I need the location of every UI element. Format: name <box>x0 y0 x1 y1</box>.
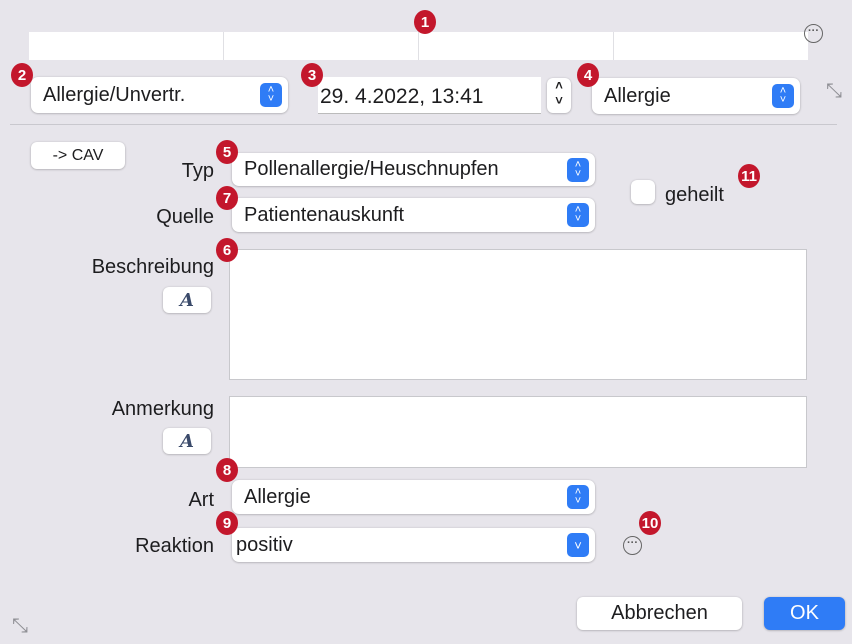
typ-label: Typ <box>181 160 214 182</box>
typ-value: Pollenallergie/Heuschnupfen <box>244 158 499 180</box>
kind-value: Allergie <box>604 84 671 107</box>
reaktion-more-icon[interactable]: ··· <box>623 536 642 555</box>
art-popup[interactable]: Allergie ˄ ˅ <box>232 480 595 514</box>
reaktion-label: Reaktion <box>135 535 214 557</box>
badge-11: 11 <box>738 164 760 188</box>
quelle-label: Quelle <box>156 206 214 228</box>
art-label: Art <box>188 489 214 511</box>
reaktion-popup[interactable]: positiv ˅ <box>232 528 595 562</box>
updown-icon: ˄ ˅ <box>567 485 589 509</box>
badge-10: 10 <box>639 511 661 535</box>
font-button-beschreibung[interactable]: A <box>163 287 211 313</box>
badge-9: 9 <box>216 511 238 535</box>
updown-icon: ˄ ˅ <box>567 203 589 227</box>
segment-4[interactable] <box>614 32 808 60</box>
updown-icon: ˄ ˅ <box>260 83 282 107</box>
top-segment-strip[interactable] <box>29 32 808 60</box>
quelle-popup[interactable]: Patientenauskunft ˄ ˅ <box>232 198 595 232</box>
badge-6: 6 <box>216 238 238 262</box>
reaktion-value: positiv <box>236 533 293 556</box>
anmerkung-label: Anmerkung <box>111 398 214 420</box>
geheilt-checkbox[interactable] <box>631 180 655 204</box>
category-popup[interactable]: Allergie/Unvertr. ˄ ˅ <box>31 77 288 113</box>
separator <box>10 124 837 125</box>
beschreibung-label: Beschreibung <box>91 256 214 278</box>
chevron-down-icon: ˅ <box>567 533 589 557</box>
geheilt-label: geheilt <box>665 184 724 206</box>
quelle-value: Patientenauskunft <box>244 203 405 226</box>
segment-3[interactable] <box>419 32 614 60</box>
badge-2: 2 <box>11 63 33 87</box>
expand-icon-bottom[interactable]: ⤡ <box>12 615 28 638</box>
font-button-anmerkung[interactable]: A <box>163 428 211 454</box>
datetime-field[interactable]: 29. 4.2022, 13:41 <box>318 77 541 114</box>
anmerkung-textarea[interactable] <box>229 396 807 468</box>
updown-icon: ˄ ˅ <box>772 84 794 108</box>
badge-3: 3 <box>301 63 323 87</box>
badge-7: 7 <box>216 186 238 210</box>
ok-button[interactable]: OK <box>764 597 845 630</box>
cancel-button[interactable]: Abbrechen <box>577 597 742 630</box>
typ-popup[interactable]: Pollenallergie/Heuschnupfen ˄ ˅ <box>232 153 595 186</box>
segment-1[interactable] <box>29 32 224 60</box>
segment-2[interactable] <box>224 32 419 60</box>
kind-popup[interactable]: Allergie ˄ ˅ <box>592 78 800 114</box>
datetime-stepper[interactable]: ˄ ˅ <box>547 78 571 113</box>
category-value: Allergie/Unvertr. <box>43 83 186 106</box>
updown-icon: ˄ ˅ <box>567 157 589 182</box>
beschreibung-textarea[interactable] <box>229 249 807 380</box>
art-value: Allergie <box>244 485 311 508</box>
expand-icon[interactable]: ⤡ <box>826 80 842 103</box>
badge-5: 5 <box>216 140 238 164</box>
more-icon[interactable]: ··· <box>804 24 823 43</box>
badge-1: 1 <box>414 10 436 34</box>
badge-4: 4 <box>577 63 599 87</box>
badge-8: 8 <box>216 458 238 482</box>
